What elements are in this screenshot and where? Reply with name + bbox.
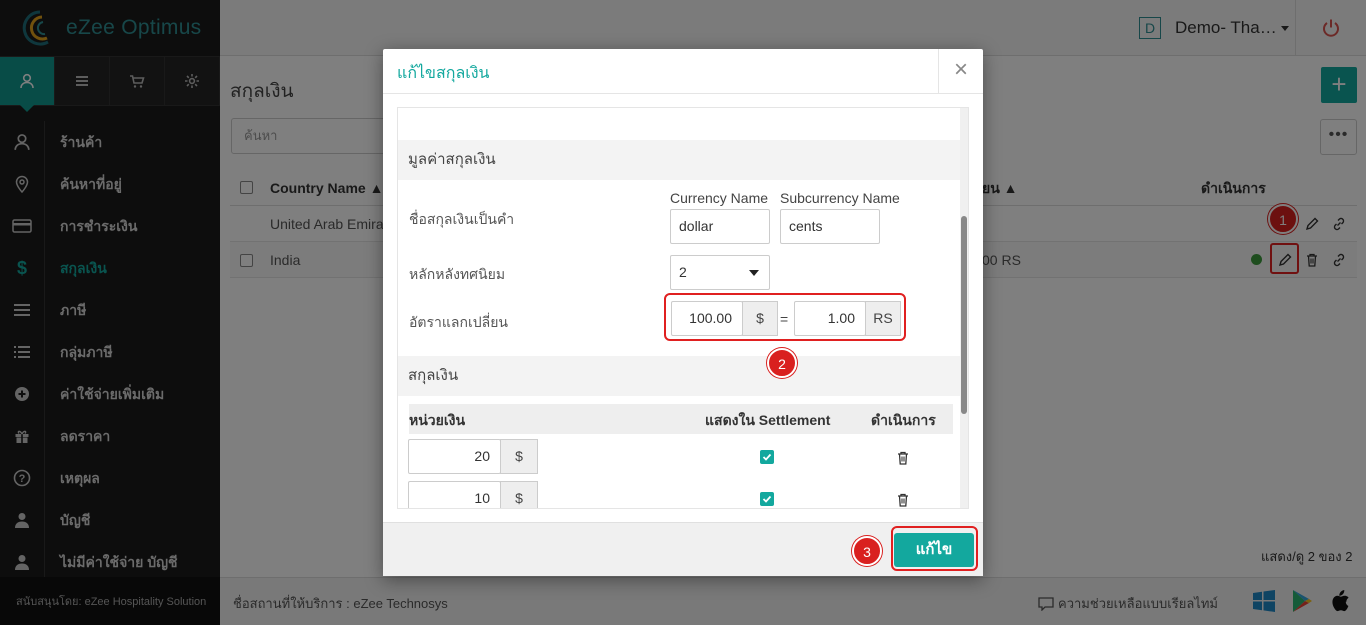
column-settlement: แสดงใน Settlement xyxy=(705,412,831,428)
decimal-places-label: หลักหลังทศนิยม xyxy=(409,266,506,282)
exchange-rate-highlight xyxy=(664,293,906,341)
section-currency-value: มูลค่าสกุลเงิน xyxy=(398,140,962,180)
column-action: ดำเนินการ xyxy=(871,412,936,428)
denomination-input[interactable]: 10 xyxy=(408,481,501,508)
save-button-highlight xyxy=(891,526,978,571)
decimal-places-value: 2 xyxy=(679,264,687,280)
column-unit: หน่วยเงิน xyxy=(409,412,466,428)
close-icon: × xyxy=(953,56,968,83)
denomination-input[interactable]: 20 xyxy=(408,439,501,474)
dialog-title: แก้ไขสกุลเงิน xyxy=(397,65,490,82)
denomination-grid-header: หน่วยเงิน แสดงใน Settlement ดำเนินการ xyxy=(409,404,953,434)
step-badge-3: 3 xyxy=(852,536,882,566)
settlement-checkbox[interactable] xyxy=(760,450,774,464)
currency-name-input[interactable]: dollar xyxy=(670,209,770,244)
trash-icon xyxy=(898,451,908,465)
currency-name-label: ชื่อสกุลเงินเป็นคำ xyxy=(409,211,515,227)
scrollbar-thumb[interactable] xyxy=(961,216,967,414)
close-button[interactable]: × xyxy=(938,49,983,93)
check-icon xyxy=(762,453,772,461)
step-badge-2: 2 xyxy=(767,348,797,378)
denomination-symbol: $ xyxy=(500,481,538,508)
denomination-symbol: $ xyxy=(500,439,538,474)
delete-denomination-button[interactable] xyxy=(896,451,910,465)
dialog-header: แก้ไขสกุลเงิน × xyxy=(383,49,983,94)
exchange-rate-label: อัตราแลกเปลี่ยน xyxy=(409,314,508,330)
delete-denomination-button[interactable] xyxy=(896,493,910,507)
subcurrency-name-input[interactable]: cents xyxy=(780,209,880,244)
section-currency: สกุลเงิน xyxy=(398,356,962,396)
scrollbar[interactable] xyxy=(960,108,968,508)
decimal-places-select[interactable]: 2 xyxy=(670,255,770,290)
caret-down-icon xyxy=(749,270,759,276)
subcurrency-name-caption: Subcurrency Name xyxy=(780,190,900,206)
check-icon xyxy=(762,495,772,503)
currency-name-caption: Currency Name xyxy=(670,190,769,206)
trash-icon xyxy=(898,493,908,507)
settlement-checkbox[interactable] xyxy=(760,492,774,506)
